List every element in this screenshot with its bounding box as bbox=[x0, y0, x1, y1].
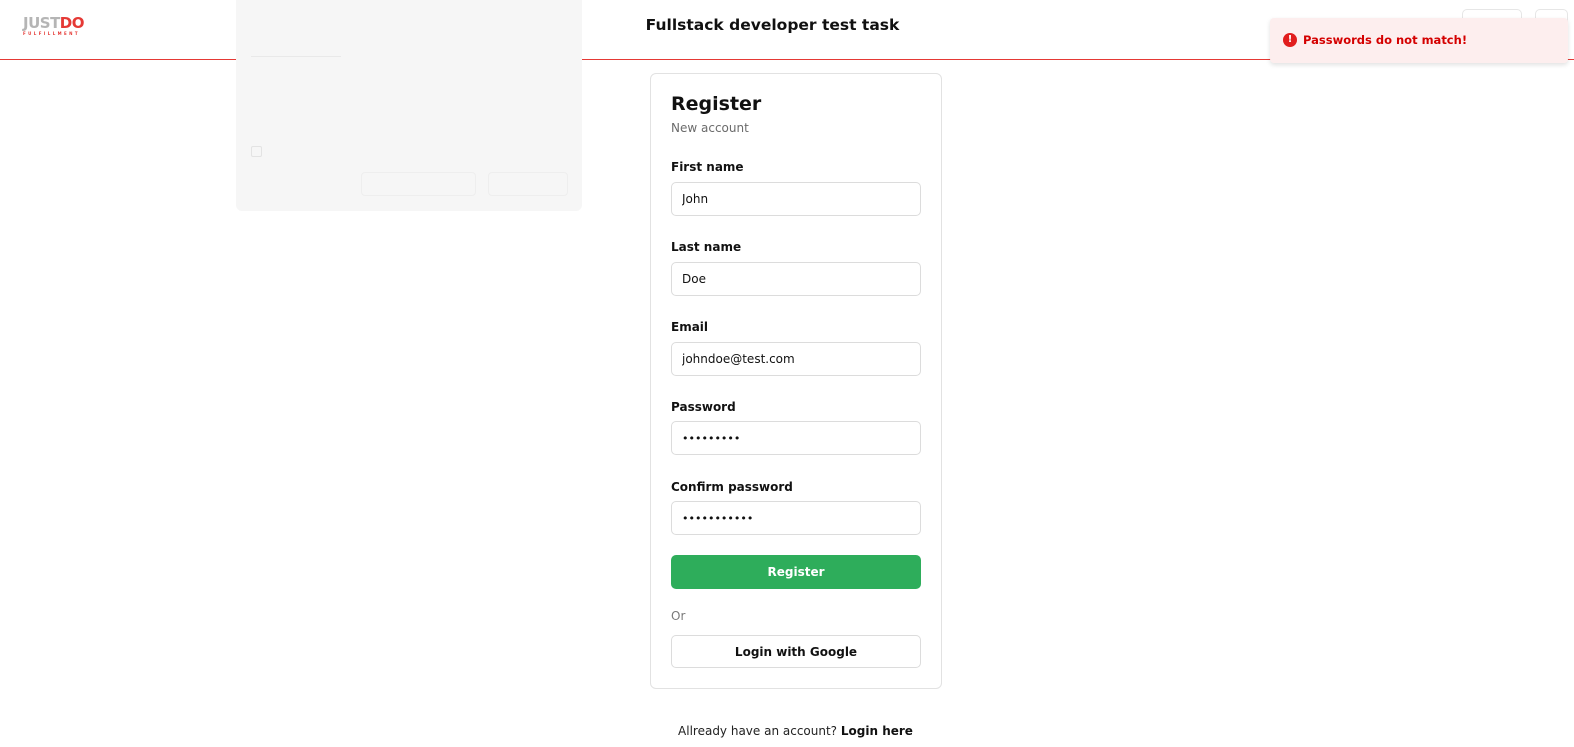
or-divider-text: Or bbox=[671, 609, 686, 623]
error-toast[interactable]: ! Passwords do not match! bbox=[1270, 18, 1568, 63]
email-label: Email bbox=[671, 320, 709, 334]
prompt-username-line bbox=[251, 56, 341, 57]
login-prompt: Allready have an account? Login here bbox=[0, 724, 1574, 738]
email-input[interactable] bbox=[671, 342, 921, 376]
confirm-password-input[interactable] bbox=[671, 501, 921, 535]
prompt-never-button-ghost bbox=[361, 172, 476, 196]
password-label: Password bbox=[671, 400, 736, 414]
first-name-label: First name bbox=[671, 160, 744, 174]
form-title: Register bbox=[671, 93, 762, 115]
login-prompt-text: Allready have an account? bbox=[678, 724, 838, 738]
toast-message: Passwords do not match! bbox=[1303, 33, 1468, 47]
login-here-link[interactable]: Login here bbox=[841, 724, 913, 738]
last-name-label: Last name bbox=[671, 240, 742, 254]
register-card: Register New account First name Last nam… bbox=[650, 73, 942, 689]
last-name-input[interactable] bbox=[671, 262, 921, 296]
exclamation-circle-icon: ! bbox=[1283, 33, 1297, 47]
register-button[interactable]: Register bbox=[671, 555, 921, 589]
prompt-checkbox-label-ghost bbox=[268, 147, 271, 158]
prompt-password-value-ghost bbox=[255, 112, 259, 123]
faded-password-save-prompt bbox=[236, 0, 582, 211]
confirm-password-label: Confirm password bbox=[671, 480, 793, 494]
prompt-password-ghost bbox=[251, 90, 254, 101]
prompt-title-ghost bbox=[251, 0, 254, 11]
form-subtitle: New account bbox=[671, 121, 749, 135]
login-with-google-button[interactable]: Login with Google bbox=[671, 635, 921, 668]
first-name-input[interactable] bbox=[671, 182, 921, 216]
prompt-username-ghost bbox=[251, 31, 254, 42]
prompt-save-button-ghost bbox=[488, 172, 568, 196]
prompt-checkbox-ghost bbox=[251, 146, 262, 157]
password-input[interactable] bbox=[671, 421, 921, 455]
